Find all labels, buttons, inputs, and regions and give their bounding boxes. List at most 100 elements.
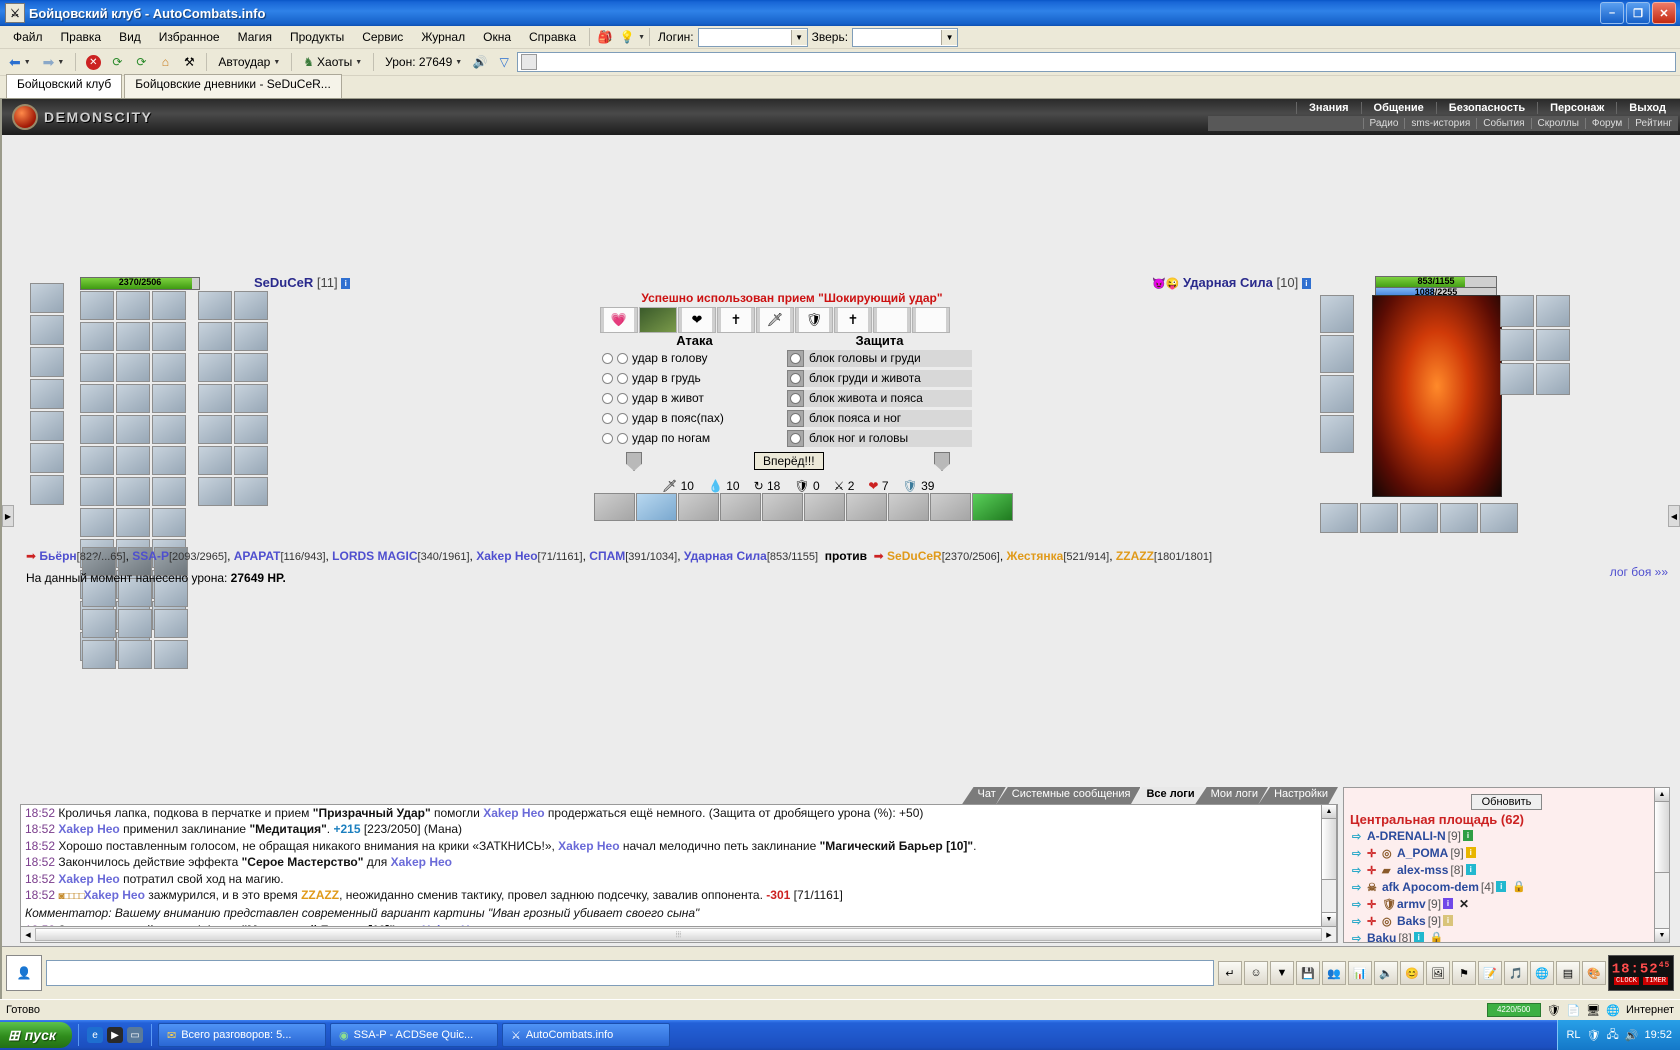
forward-chevron-down-icon[interactable]: ▼: [57, 59, 64, 66]
defense-checkbox[interactable]: [787, 389, 804, 407]
player-list-item[interactable]: ⇨ ✛ 🛡 armv [9] i ✕: [1344, 895, 1669, 912]
lamp-chevron-down-icon[interactable]: ▼: [638, 34, 645, 41]
menu-item-help[interactable]: Справка: [520, 28, 585, 46]
fighter-name[interactable]: ZZAZZ: [1116, 549, 1154, 563]
palette-icon[interactable]: 🎨: [1582, 961, 1606, 985]
defense-checkbox[interactable]: [787, 369, 804, 387]
players-scroll-up-button[interactable]: ▲: [1655, 788, 1669, 802]
player-info-icon[interactable]: i: [1443, 898, 1454, 909]
equip-boots[interactable]: [30, 475, 64, 505]
player-name[interactable]: afk Apocom-dem: [1382, 880, 1479, 894]
gear-slot[interactable]: [234, 291, 268, 320]
scroll-slot-staff[interactable]: 🗡: [756, 307, 794, 333]
go-button[interactable]: Вперёд!!!: [754, 452, 824, 470]
inv-slot[interactable]: [116, 508, 150, 537]
defense-checkbox[interactable]: [787, 349, 804, 367]
autostrike-button[interactable]: Автоудар ▼: [213, 53, 285, 71]
tray-icon-net[interactable]: 🖧: [1607, 1026, 1619, 1045]
attack-radio-b[interactable]: [617, 372, 628, 384]
ability-slot[interactable]: [804, 493, 845, 521]
belt-slot[interactable]: [1400, 503, 1438, 533]
nav-scrolls[interactable]: Скроллы: [1530, 118, 1585, 129]
ability-slot[interactable]: [594, 493, 635, 521]
desktop-icon[interactable]: ▭: [126, 1027, 143, 1043]
gear-slot[interactable]: [234, 415, 268, 444]
defense-option-head-chest[interactable]: блок головы и груди: [787, 349, 972, 367]
note-icon[interactable]: 📝: [1478, 961, 1502, 985]
right-gear-slot[interactable]: [1536, 363, 1570, 395]
player-right-name[interactable]: 😈😜 Ударная Сила [10] i: [1152, 275, 1311, 290]
defense-option-chest-belly[interactable]: блок груди и живота: [787, 369, 972, 387]
equip-weapon[interactable]: [30, 347, 64, 377]
attack-radio-a[interactable]: [602, 392, 613, 404]
defense-option-legs-head[interactable]: блок ног и головы: [787, 429, 972, 447]
gear-slot[interactable]: [198, 291, 232, 320]
inv-slot[interactable]: [80, 508, 114, 537]
player-list-item[interactable]: ⇨ Baku [8] i 🔒: [1344, 929, 1669, 942]
tab-system-messages[interactable]: Системные сообщения: [996, 787, 1141, 805]
player-info-icon[interactable]: i: [1465, 864, 1476, 875]
ability-slot[interactable]: [636, 493, 677, 521]
smile-icon[interactable]: ☺: [1244, 961, 1268, 985]
attack-option-head[interactable]: удар в голову: [602, 351, 787, 365]
refresh-button[interactable]: Обновить: [1470, 794, 1543, 810]
player-list-item[interactable]: ⇨ ✛ ▰ alex-mss [8] i: [1344, 861, 1669, 878]
attack-option-chest[interactable]: удар в грудь: [602, 371, 787, 385]
inv-slot[interactable]: [152, 415, 186, 444]
extra-slot[interactable]: [82, 609, 116, 638]
gear-slot[interactable]: [198, 384, 232, 413]
log-actor[interactable]: Xakep Heo: [483, 806, 544, 820]
page-collapse-right-button[interactable]: ◀: [1668, 505, 1680, 527]
gear-slot[interactable]: [198, 353, 232, 382]
fighter-name[interactable]: SeDuCeR: [887, 549, 942, 563]
log-box[interactable]: 18:52 Кроличья лапка, подкова в перчатке…: [20, 804, 1338, 943]
right-equip-weapon[interactable]: [1320, 335, 1354, 373]
tab-my-logs[interactable]: Мои логи: [1195, 787, 1268, 805]
player-left-info-icon[interactable]: i: [341, 278, 351, 289]
right-gear-slot[interactable]: [1500, 295, 1534, 327]
inv-slot[interactable]: [80, 446, 114, 475]
player-info-icon[interactable]: i: [1463, 830, 1473, 841]
log-scrollbar-horizontal[interactable]: ◀ ⦙⦙⦙ ▶: [20, 926, 1337, 943]
inv-slot[interactable]: [152, 446, 186, 475]
nav-events[interactable]: События: [1476, 118, 1530, 129]
fighter-name[interactable]: Жестянка: [1007, 549, 1064, 563]
menu-item-windows[interactable]: Окна: [474, 28, 520, 46]
ability-slot[interactable]: [930, 493, 971, 521]
person-icon[interactable]: 👥: [1322, 961, 1346, 985]
inv-slot[interactable]: [152, 353, 186, 382]
menu-item-edit[interactable]: Правка: [52, 28, 111, 46]
gear-slot[interactable]: [198, 415, 232, 444]
player-info-icon[interactable]: i: [1413, 932, 1424, 942]
players-scroll-thumb[interactable]: [1655, 802, 1669, 873]
attack-radio-b[interactable]: [617, 352, 628, 364]
log-scroll-down-button[interactable]: ▼: [1322, 912, 1336, 926]
gear-slot[interactable]: [234, 446, 268, 475]
log-actor[interactable]: Xakep Heo: [58, 872, 119, 886]
address-bar[interactable]: [517, 52, 1676, 72]
player-left-name[interactable]: SeDuCeR [11] i: [254, 275, 351, 290]
equip-armor[interactable]: [30, 379, 64, 409]
player-name[interactable]: Baks: [1397, 914, 1426, 928]
close-button[interactable]: ✕: [1652, 2, 1676, 24]
extra-slot[interactable]: [154, 640, 188, 669]
stop-button[interactable]: ✕: [82, 51, 104, 73]
lamp-icon[interactable]: 💡: [616, 26, 638, 48]
log-scroll-right-button[interactable]: ▶: [1322, 931, 1336, 939]
fighter-name[interactable]: APAPAT: [234, 549, 281, 563]
ability-slot[interactable]: [972, 493, 1013, 521]
attack-radio-a[interactable]: [602, 432, 613, 444]
inv-slot[interactable]: [152, 384, 186, 413]
nav-radio[interactable]: Радио: [1362, 118, 1405, 129]
extra-slot[interactable]: [154, 609, 188, 638]
inv-slot[interactable]: [80, 477, 114, 506]
refresh2-button[interactable]: ⟳: [130, 51, 152, 73]
nav-exit[interactable]: Выход: [1616, 101, 1678, 114]
scroll-slot-heart2[interactable]: ❤: [678, 307, 716, 333]
attack-option-belt[interactable]: удар в пояс(пах): [602, 411, 787, 425]
tab-diaries[interactable]: Бойцовские дневники - SeDuCeR...: [124, 74, 342, 98]
scroll-slot-potion[interactable]: [639, 307, 677, 333]
belt-slot[interactable]: [1480, 503, 1518, 533]
inv-slot[interactable]: [116, 477, 150, 506]
inv-slot[interactable]: [80, 384, 114, 413]
